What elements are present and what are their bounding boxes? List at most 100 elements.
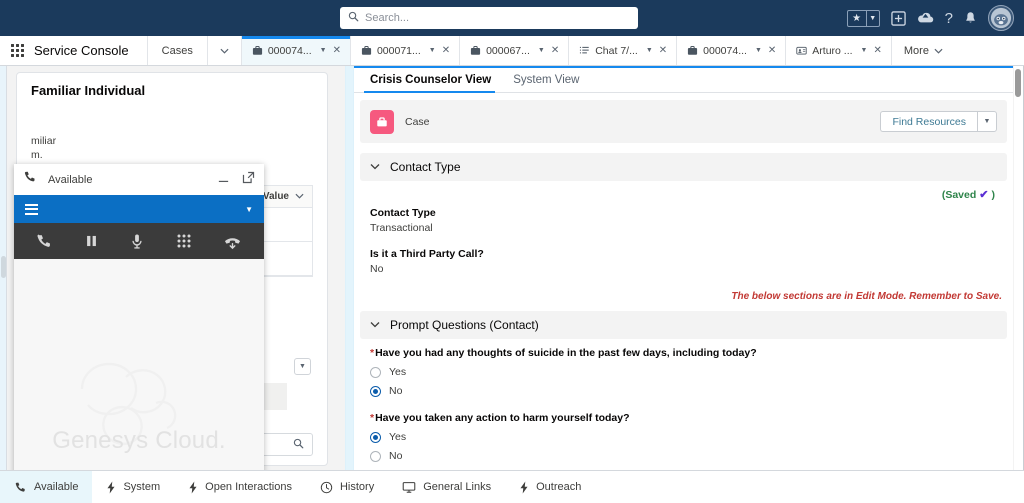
find-resources-chevron-down-icon[interactable]: ▼ [977, 111, 997, 132]
workspace-tab-0[interactable]: 000074... ▼ ✕ [241, 36, 350, 65]
status-badge: (Saved ✔ ) [360, 181, 1007, 201]
console-scrollbar[interactable] [1014, 66, 1023, 470]
app-launcher-icon[interactable] [0, 36, 34, 65]
console-scrollbar-thumb[interactable] [1015, 69, 1021, 97]
global-search-box[interactable]: Search... [340, 7, 638, 29]
find-resources-button[interactable]: Find Resources [880, 111, 977, 132]
hang-up-icon[interactable] [223, 233, 242, 250]
nav-overflow-chevron-down-icon[interactable] [207, 36, 241, 65]
more-tabs-label: More [904, 45, 929, 57]
cloud-setup-icon[interactable] [917, 11, 934, 25]
clock-icon [320, 481, 333, 494]
bell-icon[interactable] [964, 11, 977, 25]
chevron-down-icon[interactable]: ▼ [429, 47, 436, 54]
plus-icon[interactable] [891, 11, 906, 26]
radio-option-yes[interactable]: Yes [370, 431, 1007, 443]
close-icon[interactable]: ✕ [333, 45, 341, 56]
radio-button[interactable] [370, 386, 381, 397]
required-marker: * [370, 347, 374, 359]
field-value[interactable]: Transactional [370, 222, 1007, 234]
tab-crisis-counselor-view[interactable]: Crisis Counselor View [364, 74, 507, 92]
saved-close-paren: ) [992, 189, 996, 201]
workspace-tab-2[interactable]: 000067... ▼ ✕ [459, 36, 568, 65]
radio-option-no[interactable]: No [370, 385, 1007, 397]
softphone-call-toolbar [14, 223, 264, 259]
dialpad-icon[interactable] [176, 233, 192, 249]
radio-option-no[interactable]: No [370, 450, 1007, 462]
phone-call-icon[interactable] [36, 233, 53, 250]
radio-label: No [389, 385, 402, 397]
close-icon[interactable]: ✕ [659, 45, 667, 56]
left-pane-collapse-handle[interactable] [1, 256, 6, 278]
desktop-icon [402, 481, 416, 494]
left-pane-dropdown-button[interactable]: ▼ [294, 358, 311, 375]
required-marker: * [370, 412, 374, 424]
more-tabs-button[interactable]: More [891, 36, 955, 65]
user-avatar-icon[interactable] [988, 5, 1014, 31]
close-icon[interactable]: ✕ [442, 45, 450, 56]
tab-system-view[interactable]: System View [507, 74, 595, 92]
left-pane-collapse-rail[interactable] [0, 66, 7, 470]
utility-item-history[interactable]: History [306, 471, 388, 503]
app-navigation-bar: Service Console Cases 000074... ▼ ✕ 0000… [0, 36, 1024, 66]
workspace-tab-5[interactable]: Arturo ... ▼ ✕ [785, 36, 891, 65]
chevron-down-icon [934, 45, 943, 57]
workspace-tab-4[interactable]: 000074... ▼ ✕ [676, 36, 785, 65]
case-briefcase-icon [252, 45, 263, 56]
close-icon[interactable]: ✕ [768, 45, 776, 56]
chevron-down-icon[interactable] [295, 191, 304, 202]
chat-list-icon [579, 45, 590, 56]
chevron-down-icon[interactable]: ▼ [866, 11, 879, 26]
console-scroll-area: Case Find Resources ▼ Contact Type [354, 94, 1013, 470]
microphone-mute-icon[interactable] [130, 233, 144, 250]
chevron-down-icon[interactable]: ▼ [755, 47, 762, 54]
left-record-title: Familiar Individual [31, 83, 313, 98]
utility-item-general-links[interactable]: General Links [388, 471, 505, 503]
global-header-actions: ★ ▼ ? [847, 5, 1024, 31]
radio-option-yes[interactable]: Yes [370, 366, 1007, 378]
left-record-subtext-line1: miliar [31, 134, 313, 148]
chevron-down-icon[interactable]: ▼ [320, 47, 327, 54]
chevron-down-icon[interactable] [370, 320, 380, 330]
workspace-tab-0-label: 000074... [268, 45, 312, 57]
saved-label: (Saved [942, 189, 976, 201]
genesys-cloud-watermark: Genesys Cloud. [52, 427, 226, 455]
section-header-prompt-questions[interactable]: Prompt Questions (Contact) [360, 311, 1007, 339]
chevron-down-icon[interactable]: ▼ [245, 205, 253, 214]
section-header-contact-type[interactable]: Contact Type [360, 153, 1007, 181]
chevron-down-icon[interactable]: ▼ [646, 47, 653, 54]
utility-item-outreach[interactable]: Outreach [505, 471, 595, 503]
softphone-menu-bar: ▼ [14, 195, 264, 223]
field-third-party-call: Is it a Third Party Call? No [360, 234, 1007, 275]
radio-button[interactable] [370, 451, 381, 462]
search-input-placeholder[interactable]: Search... [365, 12, 409, 24]
chevron-down-icon[interactable]: ▼ [861, 47, 868, 54]
edit-mode-note: The below sections are in Edit Mode. Rem… [360, 275, 1007, 302]
radio-button[interactable] [370, 367, 381, 378]
search-icon [293, 436, 304, 454]
case-briefcase-icon [687, 45, 698, 56]
hamburger-menu-icon[interactable] [25, 204, 38, 215]
utility-item-open-interactions[interactable]: Open Interactions [174, 471, 306, 503]
close-icon[interactable]: ✕ [873, 45, 881, 56]
softphone-header-actions [217, 171, 255, 189]
radio-button[interactable] [370, 432, 381, 443]
pause-hold-icon[interactable] [84, 233, 99, 249]
pop-out-icon[interactable] [242, 171, 255, 189]
chevron-down-icon[interactable] [370, 162, 380, 172]
utility-item-system[interactable]: System [92, 471, 174, 503]
chevron-down-icon[interactable]: ▼ [538, 47, 545, 54]
workspace-tab-1[interactable]: 000071... ▼ ✕ [350, 36, 459, 65]
close-icon[interactable]: ✕ [551, 45, 559, 56]
console-active-indicator [354, 66, 1013, 68]
console-pane-rail[interactable] [345, 66, 354, 470]
workspace-tab-3[interactable]: Chat 7/... ▼ ✕ [568, 36, 676, 65]
minimize-icon[interactable] [217, 171, 230, 189]
workspace-tab-2-label: 000067... [486, 45, 530, 57]
favorites-button[interactable]: ★ ▼ [847, 10, 880, 27]
utility-item-available[interactable]: Available [0, 471, 92, 503]
nav-item-cases[interactable]: Cases [147, 36, 207, 65]
utility-item-label: Outreach [536, 481, 581, 493]
field-value[interactable]: No [370, 263, 1007, 275]
question-mark-icon[interactable]: ? [945, 10, 953, 27]
